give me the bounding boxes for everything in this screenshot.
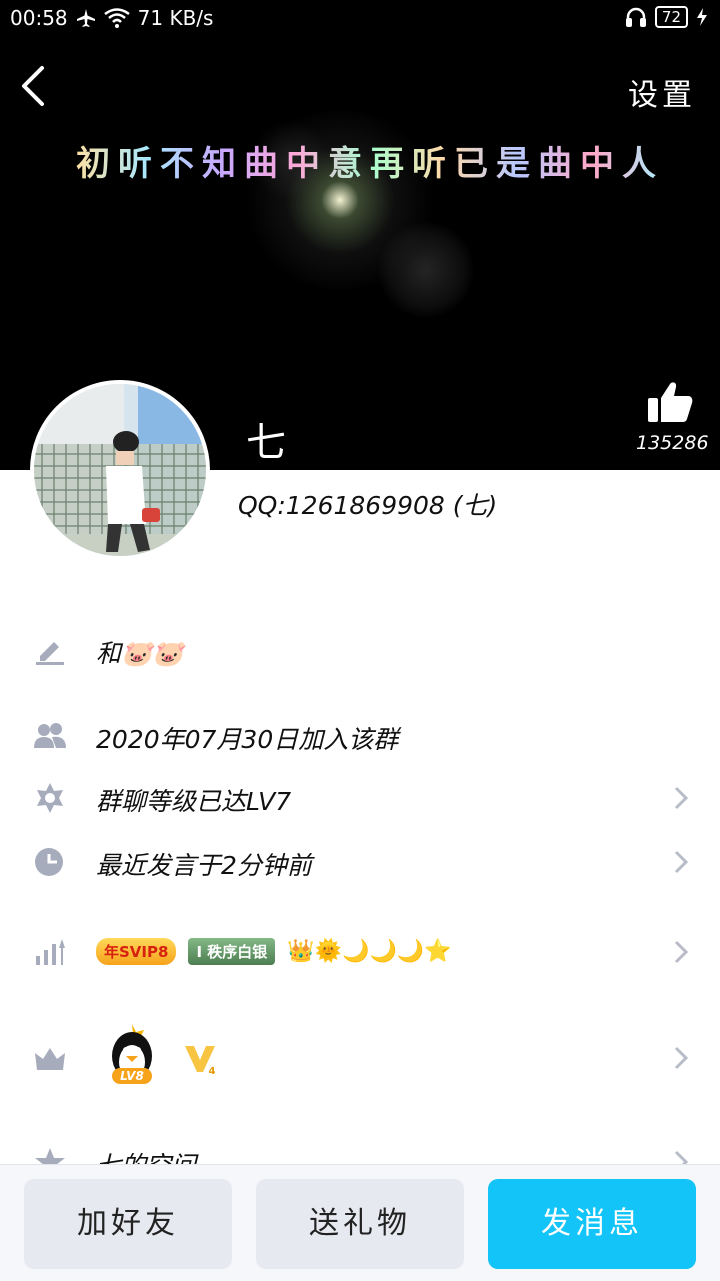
bottom-action-bar: 加好友 送礼物 发消息 [0,1164,720,1281]
wifi-icon [103,8,130,28]
join-date-text: 2020年07月30日加入该群 [96,725,399,754]
chevron-left-icon [22,66,44,106]
level-emoji-icons: 👑🌞🌙🌙🌙⭐ [287,939,452,964]
signature-text: 和🐷🐷 [96,639,184,668]
chevron-right-icon [674,1046,689,1070]
list-item-badges[interactable]: 年SVIP8 I 秩序白银 👑🌞🌙🌙🌙⭐ [0,922,720,982]
group-members-icon [34,723,66,748]
clock-icon [35,848,63,876]
status-time: 00:58 [10,6,68,30]
badges-container: 年SVIP8 I 秩序白银 👑🌞🌙🌙🌙⭐ [96,938,452,965]
add-friend-button[interactable]: 加好友 [24,1179,232,1269]
vip-level-icon: 4 [185,1046,216,1076]
crown-icon [35,1048,65,1070]
qq-id: QQ:1261869908 (七) [238,491,498,520]
list-item-signature[interactable]: 和🐷🐷 [0,620,720,680]
chevron-right-icon [674,850,689,874]
battery-indicator: 72 [654,6,688,28]
avatar-image [34,384,206,556]
list-item-vip[interactable]: LV8 4 [0,1024,720,1088]
light-flare-bubble [378,222,474,318]
list-item-last-speak[interactable]: 最近发言于2分钟前 [0,832,720,892]
back-button[interactable] [18,64,58,110]
pencil-icon [36,642,64,665]
qq-penguin-level-icon: LV8 [112,1024,152,1084]
svip-badge: 年SVIP8 [96,938,177,965]
star-badge-icon [37,783,63,813]
send-gift-button[interactable]: 送礼物 [256,1179,464,1269]
like-button[interactable] [646,380,694,424]
rank-label: 秩序白银 [207,943,268,961]
avatar[interactable] [30,380,210,560]
list-item-join-date: 2020年07月30日加入该群 [0,706,720,766]
vip-level-number: 4 [209,1066,216,1076]
status-bar: 00:58 71 KB/s 72 [0,0,720,36]
qq-level-label: LV8 [120,1069,144,1083]
settings-button[interactable]: 设置 [628,70,696,114]
list-item-group-level[interactable]: 群聊等级已达LV7 [0,768,720,828]
chevron-right-icon [674,786,689,810]
airplane-icon [76,9,95,27]
nickname: 七 [246,420,286,466]
like-count: 135286 [636,432,709,454]
group-level-text: 群聊等级已达LV7 [96,787,292,816]
charging-icon [697,8,707,26]
network-speed: 71 KB/s [137,6,214,30]
send-message-button[interactable]: 发消息 [488,1179,696,1269]
chevron-right-icon [674,940,689,964]
last-speak-text: 最近发言于2分钟前 [96,851,312,880]
bar-chart-icon [36,939,65,965]
cover-title: 初听不知曲中意再听已是曲中人 [0,136,720,185]
headphones-icon [625,7,646,27]
silver-rank-badge: I 秩序白银 [188,938,276,965]
rank-letter: I [196,943,203,961]
thumbs-up-icon [648,382,693,422]
